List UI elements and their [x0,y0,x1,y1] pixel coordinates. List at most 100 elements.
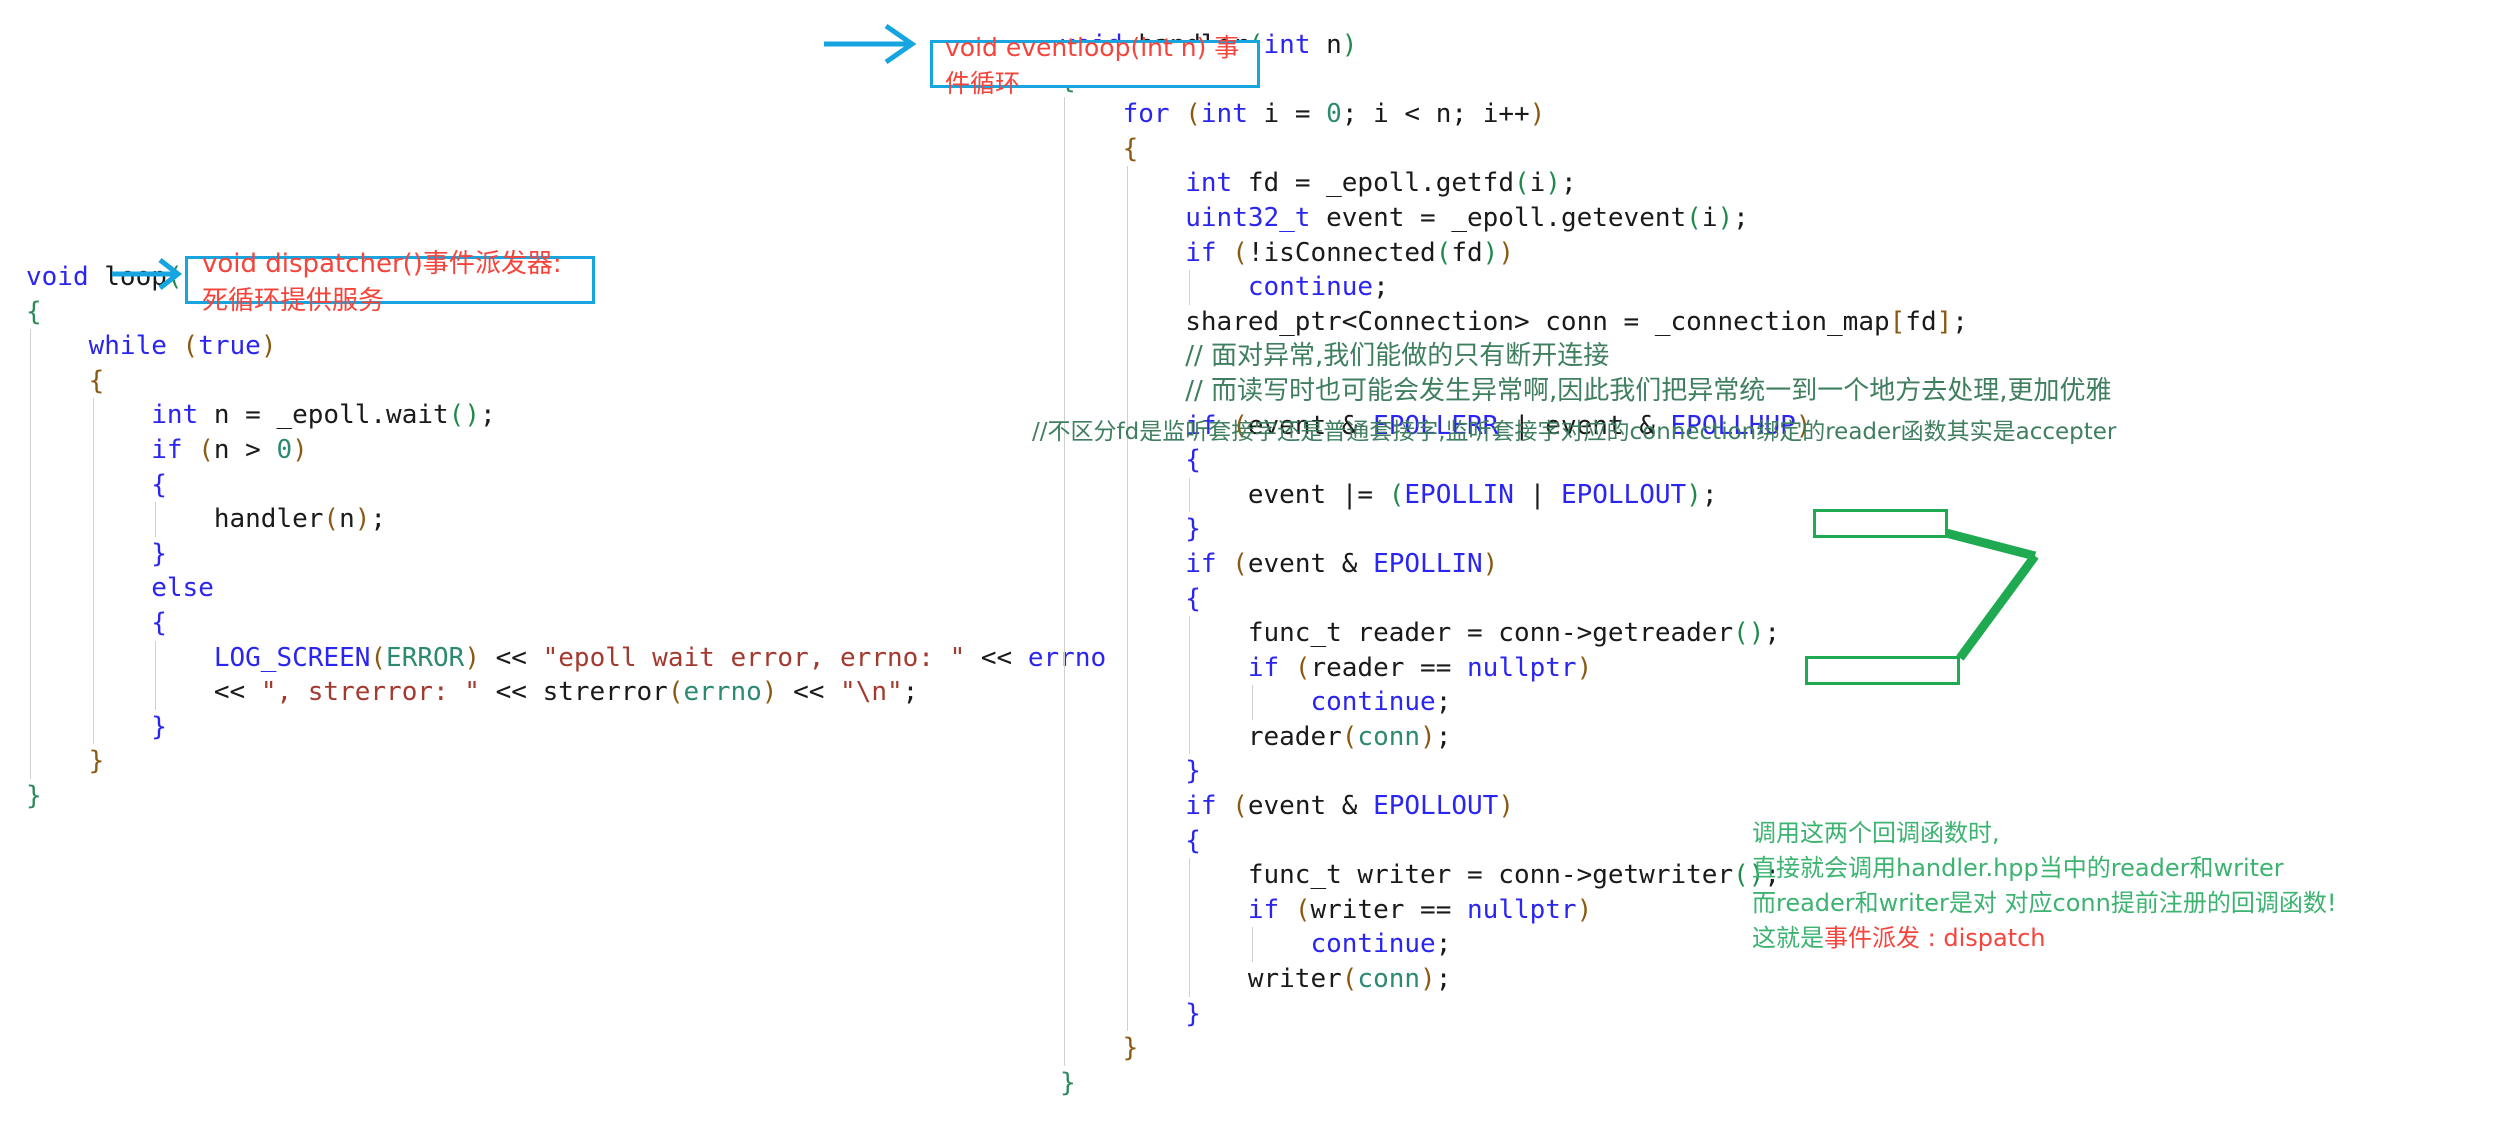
code-token: if [1185,548,1233,579]
code-line: func_t reader = conn->getreader(); [1060,616,2112,651]
code-token: void [26,262,105,292]
code-token: uint32_t [1185,202,1327,233]
code-token: fd = _epoll. [1247,168,1436,199]
indent-guide [1126,477,1128,513]
code-token: continue [1310,687,1436,718]
indent-guide [1189,927,1191,963]
indent-guide [1126,719,1128,755]
code-token: << [777,677,841,708]
code-token: ; [1560,168,1577,199]
indent-guide [1126,546,1128,582]
code-token: { [151,469,167,500]
code-line: { [1060,131,2112,167]
code-token: () [448,400,480,431]
indent-guide [1064,270,1065,305]
indent-guide [1126,789,1128,824]
indent-guide [1126,823,1128,859]
code-line: { [1060,443,2112,478]
indent-guide [1064,581,1065,617]
code-token: "\n" [840,677,903,708]
code-token: ( [667,677,684,708]
indent-guide [30,675,31,710]
indent-guide [155,502,157,537]
code-line: reader(conn); [1060,719,2112,755]
code-line: handler(n); [26,502,1106,537]
indent-guide [155,675,157,710]
code-line: } [1060,1066,2112,1101]
code-token: ( [1733,860,1749,891]
code-token: LOG_SCREEN [213,642,371,673]
code-token: { [1122,133,1139,164]
code-line: } [1060,754,2112,790]
code-token: getevent [1560,202,1687,233]
indent-guide [30,571,31,606]
indent-guide [1064,235,1065,271]
code-token: ) [1341,30,1358,60]
code-token: ) [1482,237,1499,268]
code-token: ( [1513,168,1530,199]
dispatcher-annotation-text: void dispatcher()事件派发器: 死循环提供服务 [202,249,562,316]
code-token: { [88,365,105,396]
dispatcher-annotation-box: void dispatcher()事件派发器: 死循环提供服务 [185,249,595,316]
code-token: ; i < n; i++ [1341,99,1530,130]
indent-guide [30,744,31,779]
code-token: ( [370,642,387,673]
code-token: n [339,504,355,535]
indent-guide [1126,443,1128,478]
code-token: ; [1952,306,1968,337]
code-token: getfd [1435,168,1514,199]
indent-guide [1064,892,1065,928]
indent-guide [30,640,31,676]
code-token: fd [1905,306,1937,337]
code-token: handler [213,504,324,535]
code-line: { [26,605,1106,641]
indent-guide [30,329,31,364]
code-token: reader == [1310,652,1468,683]
indent-guide [1126,235,1128,271]
code-token: } [1185,514,1201,545]
indent-guide [1064,719,1065,755]
code-token: ; [1435,687,1452,718]
indent-guide [1064,443,1065,478]
code-token: fd [1451,237,1483,268]
indent-guide [1189,962,1191,997]
code-token: ERROR [386,642,465,673]
green-annotation-line-4-prefix: 这就是 [1752,924,1824,952]
code-token: while [88,331,183,362]
indent-guide [30,432,31,468]
code-token: n = _epoll. [213,400,387,431]
indent-guide [1126,304,1128,340]
indent-guide [1126,616,1128,651]
indent-guide [1126,339,1128,374]
indent-guide [1126,685,1128,720]
code-token: event & [1247,548,1374,579]
code-token: { [1185,445,1201,476]
code-token: ) [464,642,480,673]
code-token: event = _epoll. [1326,202,1561,233]
green-annotation-line-4: 这就是事件派发 : dispatch [1752,921,2512,956]
code-token: // 而读写时也可能会发生异常啊,因此我们把异常统一到一个地方去处理,更加优雅 [1185,375,2112,406]
code-token: ; [902,677,919,708]
code-token: ; [1373,272,1389,303]
indent-guide [1251,927,1253,963]
indent-guide [30,467,31,503]
code-token: ; [479,400,496,431]
indent-guide [92,502,94,537]
code-token: if [1247,894,1295,925]
code-line: { [26,467,1106,503]
code-token: } [151,711,167,742]
code-token: i [1529,168,1546,199]
